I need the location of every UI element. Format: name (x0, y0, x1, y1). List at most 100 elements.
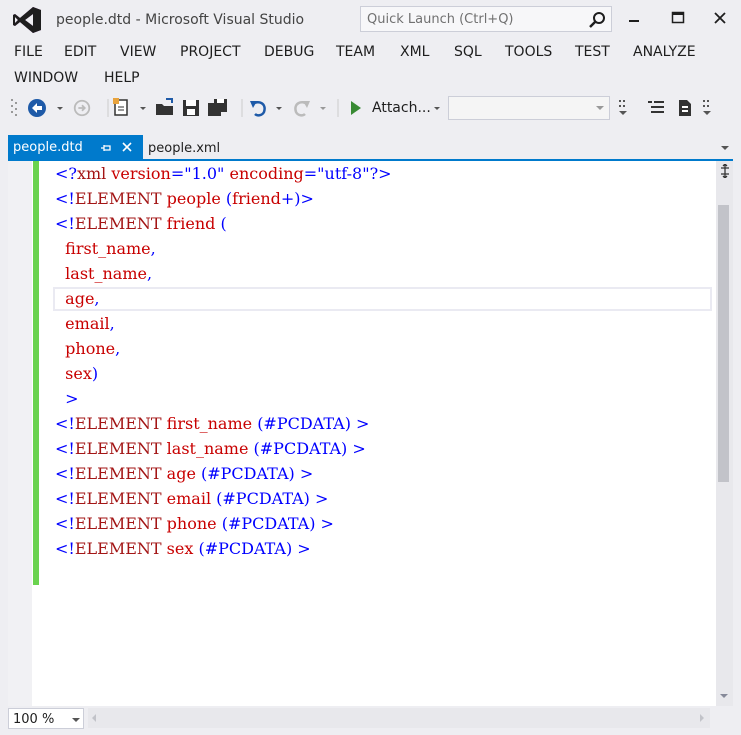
vertical-scrollbar[interactable] (716, 161, 733, 706)
attach-dropdown-icon[interactable] (432, 97, 442, 119)
code-token: , (94, 289, 100, 308)
menu-sql[interactable]: SQL (454, 44, 482, 60)
code-line[interactable]: email, (55, 311, 115, 336)
vertical-scroll-thumb[interactable] (718, 205, 729, 482)
code-token: "?> (362, 164, 392, 183)
code-line[interactable]: <!ELEMENT sex (#PCDATA) > (55, 536, 311, 561)
code-token: <! (55, 414, 75, 433)
code-token: +)> (280, 189, 314, 208)
code-token: ELEMENT (74, 439, 167, 458)
code-token: sex (166, 539, 199, 558)
editor-margin (8, 161, 32, 706)
save-icon[interactable] (180, 97, 202, 119)
code-editor[interactable]: <?xml version="1.0" encoding="utf-8"?> <!… (8, 161, 733, 706)
menu-help[interactable]: HELP (104, 70, 140, 86)
code-token: ELEMENT (74, 489, 167, 508)
menu-view[interactable]: VIEW (120, 44, 156, 60)
code-token: age (166, 464, 201, 483)
code-token: <! (55, 214, 75, 233)
code-line[interactable]: age, (55, 286, 100, 311)
code-token: , (109, 314, 115, 333)
split-editor-icon[interactable] (719, 164, 731, 178)
redo-dropdown-icon[interactable] (318, 97, 328, 119)
code-line[interactable]: > (55, 386, 78, 411)
menu-debug[interactable]: DEBUG (264, 44, 314, 60)
quick-launch-placeholder: Quick Launch (Ctrl+Q) (367, 12, 514, 27)
code-line[interactable]: <!ELEMENT first_name (#PCDATA) > (55, 411, 369, 436)
pin-icon[interactable] (100, 142, 112, 154)
code-token: <! (55, 489, 75, 508)
code-token: (#PCDATA) > (221, 514, 334, 533)
new-project-icon[interactable] (110, 97, 132, 119)
tab-people-dtd[interactable]: people.dtd (8, 135, 143, 160)
undo-dropdown-icon[interactable] (274, 97, 284, 119)
scroll-right-arrow-icon[interactable] (698, 713, 706, 723)
new-dropdown-icon[interactable] (138, 97, 148, 119)
code-line[interactable]: <!ELEMENT age (#PCDATA) > (55, 461, 313, 486)
code-line[interactable]: <!ELEMENT last_name (#PCDATA) > (55, 436, 366, 461)
code-token: , (150, 239, 156, 258)
attach-button[interactable]: Attach... (372, 100, 431, 116)
code-line[interactable]: <!ELEMENT people (friend+)> (55, 186, 314, 211)
back-dropdown-icon[interactable] (55, 97, 65, 119)
tab-label: people.dtd (13, 140, 83, 155)
code-token: <! (55, 464, 75, 483)
code-line[interactable]: phone, (55, 336, 120, 361)
chevron-down-icon (72, 718, 80, 722)
document-outline-icon[interactable] (676, 97, 694, 119)
tab-people-xml[interactable]: people.xml (148, 141, 220, 156)
document-tabs: people.dtd people.xml (0, 133, 741, 161)
code-token: people (166, 189, 226, 208)
toolbar-options-icon[interactable] (618, 97, 632, 119)
code-token: (#PCDATA) > (257, 414, 370, 433)
scroll-left-arrow-icon[interactable] (90, 713, 98, 723)
scroll-down-arrow-icon[interactable] (719, 692, 729, 700)
code-token: <! (55, 514, 75, 533)
save-all-icon[interactable] (206, 97, 230, 119)
open-file-icon[interactable] (154, 97, 176, 119)
code-line[interactable]: last_name, (55, 261, 152, 286)
code-line[interactable]: <!ELEMENT email (#PCDATA) > (55, 486, 328, 511)
tab-overflow-icon[interactable] (720, 144, 730, 152)
close-button[interactable] (710, 8, 730, 28)
close-tab-icon[interactable] (121, 141, 133, 153)
navigate-forward-icon[interactable] (72, 97, 92, 119)
code-line[interactable]: <!ELEMENT friend ( (55, 211, 227, 236)
window-title: people.dtd - Microsoft Visual Studio (56, 12, 305, 28)
format-list-icon[interactable] (646, 97, 666, 119)
code-token: first_name (166, 414, 258, 433)
code-token: , (115, 339, 121, 358)
code-token: email (166, 489, 217, 508)
code-line[interactable]: <!ELEMENT phone (#PCDATA) > (55, 511, 334, 536)
undo-icon[interactable] (248, 97, 270, 119)
code-line[interactable]: first_name, (55, 236, 156, 261)
menu-project[interactable]: PROJECT (180, 44, 241, 60)
code-line[interactable]: <?xml version="1.0" encoding="utf-8"?> (55, 161, 392, 186)
zoom-select[interactable]: 100 % (8, 708, 84, 729)
menu-window[interactable]: WINDOW (14, 70, 78, 86)
redo-icon[interactable] (290, 97, 312, 119)
code-token: friend (166, 214, 221, 233)
quick-launch-input[interactable]: Quick Launch (Ctrl+Q) (360, 6, 612, 32)
toolbar-overflow-icon[interactable] (702, 97, 716, 119)
menu-test[interactable]: TEST (575, 44, 610, 60)
start-debugging-icon[interactable] (348, 97, 364, 119)
horizontal-scrollbar[interactable] (88, 708, 710, 728)
menu-edit[interactable]: EDIT (64, 44, 96, 60)
minimize-button[interactable] (624, 8, 644, 28)
menu-analyze[interactable]: ANALYZE (633, 44, 696, 60)
code-token: <! (55, 539, 75, 558)
maximize-button[interactable] (668, 8, 688, 28)
code-token: ELEMENT (74, 214, 167, 233)
code-token: (#PCDATA) > (216, 489, 329, 508)
code-line[interactable]: sex) (55, 361, 98, 386)
menu-file[interactable]: FILE (14, 44, 43, 60)
code-token: ELEMENT (74, 189, 167, 208)
code-token: phone (55, 339, 116, 358)
menu-tools[interactable]: TOOLS (505, 44, 552, 60)
debug-target-combo[interactable] (448, 96, 610, 120)
navigate-back-icon[interactable] (26, 97, 48, 119)
menu-xml[interactable]: XML (400, 44, 429, 60)
code-token: <! (55, 439, 75, 458)
menu-team[interactable]: TEAM (336, 44, 375, 60)
